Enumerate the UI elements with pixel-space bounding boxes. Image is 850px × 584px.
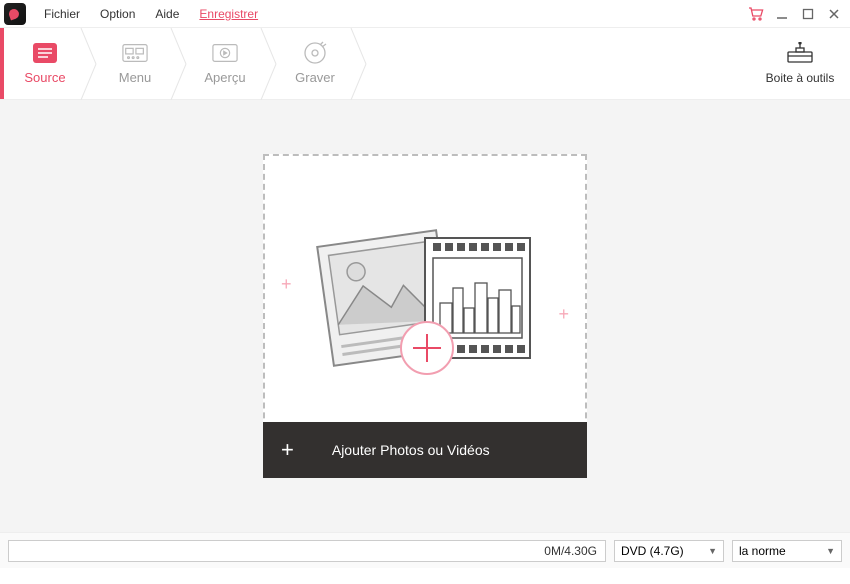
steps-row: Source Menu Aperçu Graver [0,28,850,100]
menu-option[interactable]: Option [90,7,145,21]
size-text: 0M/4.30G [544,544,597,558]
titlebar: Fichier Option Aide Enregistrer [0,0,850,28]
preview-icon [212,42,238,64]
step-menu-label: Menu [119,70,152,85]
quality-value: la norme [739,544,786,558]
disc-type-value: DVD (4.7G) [621,544,684,558]
sparkle-icon: + [281,274,292,295]
disc-type-select[interactable]: DVD (4.7G) ▼ [614,540,724,562]
step-burn-label: Graver [295,70,335,85]
maximize-icon[interactable] [800,6,816,22]
toolbox-label: Boite à outils [766,71,835,85]
menu-file[interactable]: Fichier [34,7,90,21]
dropzone-illustration: + + [263,154,587,422]
close-icon[interactable] [826,6,842,22]
toolbox-icon [786,42,814,67]
add-media-button[interactable]: + Ajouter Photos ou Vidéos [263,422,587,478]
quality-select[interactable]: la norme ▼ [732,540,842,562]
source-icon [32,42,58,64]
add-media-label: Ajouter Photos ou Vidéos [332,442,490,458]
menu-register[interactable]: Enregistrer [189,7,268,21]
size-progress: 0M/4.30G [8,540,606,562]
main-area: + + [0,100,850,532]
toolbox-button[interactable]: Boite à outils [750,42,850,85]
menu-help[interactable]: Aide [145,7,189,21]
step-source-label: Source [24,70,65,85]
cart-icon[interactable] [748,6,764,22]
dropzone[interactable]: + + [263,154,587,478]
sparkle-icon: + [558,304,569,325]
chevron-down-icon: ▼ [708,546,717,556]
step-preview-label: Aperçu [204,70,245,85]
plus-icon: + [281,437,294,463]
menu-step-icon [122,42,148,64]
chevron-down-icon: ▼ [826,546,835,556]
step-source[interactable]: Source [0,28,90,99]
app-icon [4,3,26,25]
step-preview[interactable]: Aperçu [180,28,270,99]
step-menu[interactable]: Menu [90,28,180,99]
burn-icon [302,42,328,64]
step-burn[interactable]: Graver [270,28,360,99]
bottom-bar: 0M/4.30G DVD (4.7G) ▼ la norme ▼ [0,532,850,568]
minimize-icon[interactable] [774,6,790,22]
